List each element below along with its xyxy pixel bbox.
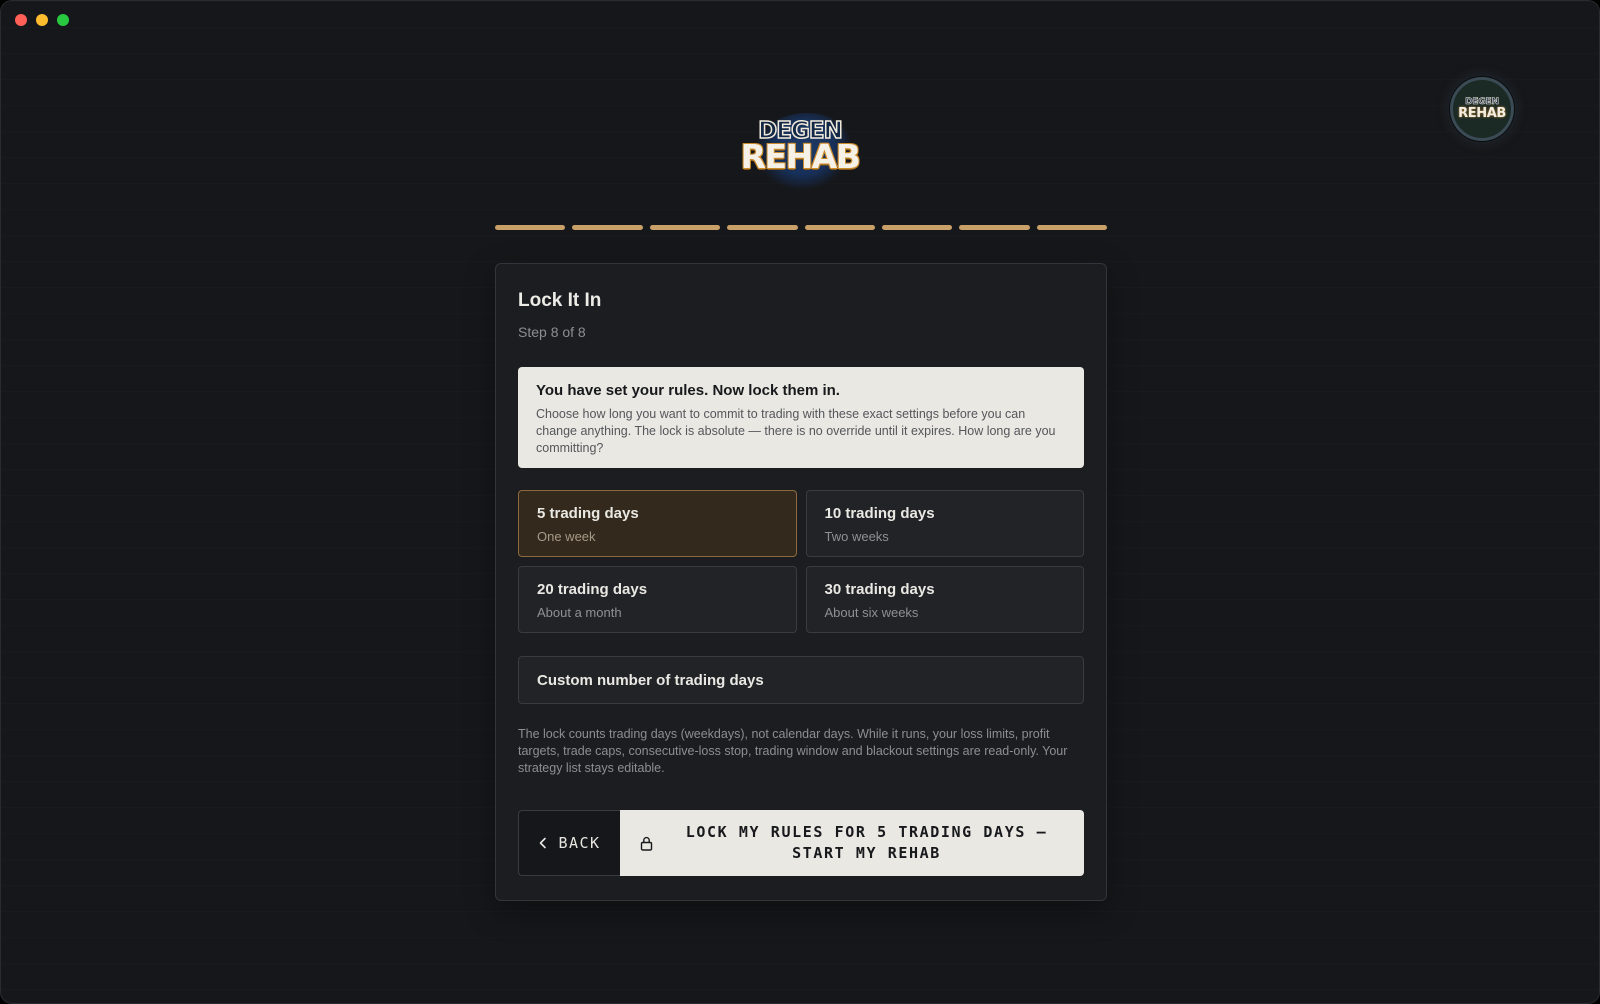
progress-segment [804,225,875,230]
option-title: 20 trading days [537,581,648,598]
step-indicator: Step 8 of 8 [518,324,586,340]
notice-box: You have set your rules. Now lock them i… [518,367,1084,468]
notice-heading: You have set your rules. Now lock them i… [536,382,840,399]
progress-segment [572,225,643,230]
lock-rules-button-label: LOCK MY RULES FOR 5 TRADING DAYS — START… [685,823,1048,862]
step-card: Lock It In Step 8 of 8 You have set your… [495,263,1107,901]
option-title: 5 trading days [537,505,639,522]
option-subtitle: About six weeks [824,605,919,620]
option-title: 10 trading days [824,505,935,522]
progress-segment [881,225,953,230]
step-progress [495,225,1107,230]
maximize-window-button[interactable] [57,14,69,26]
option-title: 30 trading days [824,581,935,598]
progress-segment [727,225,798,230]
avatar[interactable]: DEGEN REHAB [1450,77,1514,141]
custom-days-option[interactable]: Custom number of trading days [518,656,1084,704]
back-button[interactable]: BACK [518,810,620,876]
option-20-days[interactable]: 20 trading days About a month [518,566,797,633]
chevron-left-icon [538,837,548,849]
lock-rules-button[interactable]: LOCK MY RULES FOR 5 TRADING DAYS — START… [620,810,1084,876]
progress-segment [959,225,1030,230]
close-window-button[interactable] [15,14,27,26]
notice-body: Choose how long you want to commit to tr… [536,407,1056,455]
progress-segment [649,225,721,230]
back-button-label: BACK [558,834,601,852]
option-5-days[interactable]: 5 trading days One week [518,490,797,557]
option-subtitle: One week [537,529,596,544]
progress-segment [495,225,566,230]
lock-icon [640,836,653,851]
option-subtitle: About a month [537,605,622,620]
lock-duration-options: 5 trading days One week 10 trading days … [518,490,1084,633]
lock-footnote: The lock counts trading days (weekdays),… [518,727,1068,775]
option-subtitle: Two weeks [824,529,889,544]
progress-segment [1036,225,1107,230]
app-window: DEGEN REHAB DEGEN REHAB Lock It In Step … [0,0,1600,1004]
avatar-line2: REHAB [1458,106,1506,121]
option-10-days[interactable]: 10 trading days Two weeks [805,490,1084,557]
minimize-window-button[interactable] [36,14,48,26]
window-controls [15,14,69,26]
option-30-days[interactable]: 30 trading days About six weeks [805,566,1084,633]
step-actions: BACK LOCK MY RULES FOR 5 TRADING DAYS — … [518,810,1084,876]
page-title: Lock It In [518,290,602,311]
logo-line2: REHAB [740,137,861,176]
brand-logo: DEGEN REHAB [737,103,865,199]
